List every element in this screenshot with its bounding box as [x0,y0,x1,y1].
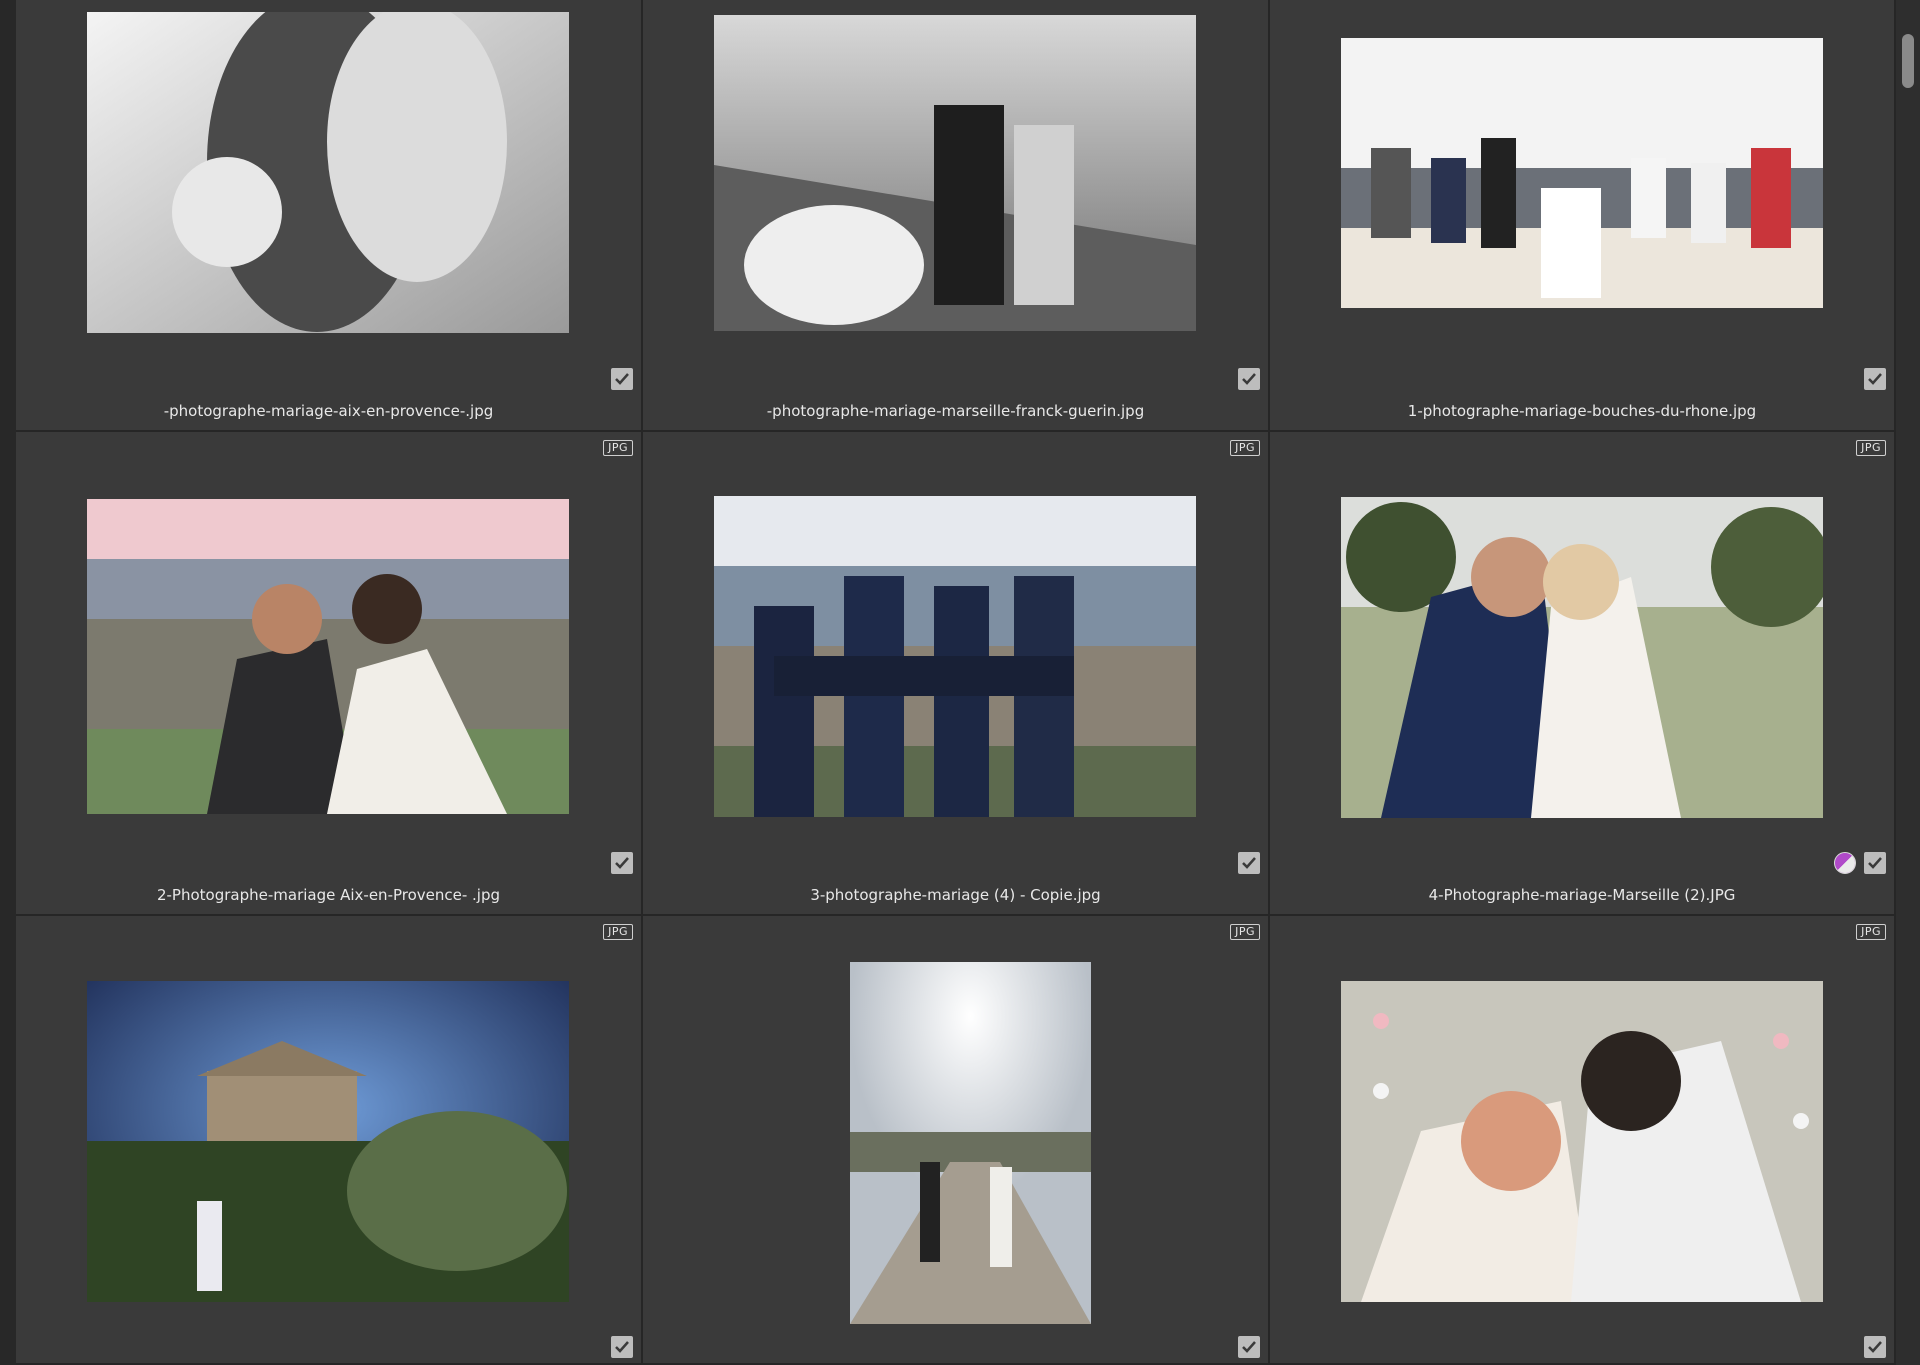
photo-thumbnail-couple-garden[interactable] [1341,497,1823,818]
photo-cell[interactable]: JPG 2-Photographe-mariage Aix-en-Provenc… [16,432,643,916]
photo-browser: -photographe-mariage-aix-en-provence-.jp… [0,0,1920,1365]
checked-icon[interactable] [1864,852,1886,874]
photo-thumbnail-bw-couple[interactable] [87,12,569,333]
photo-thumbnail-bw-scooter[interactable] [714,15,1196,331]
format-badge: JPG [1856,440,1886,456]
photo-thumbnail-couple-pink-sky[interactable] [87,499,569,814]
photo-cell[interactable]: -photographe-mariage-marseille-franck-gu… [643,0,1270,432]
file-name: 3-photographe-mariage (4) - Copie.jpg [810,886,1101,904]
format-badge: JPG [1230,924,1260,940]
checked-icon[interactable] [1238,1336,1260,1358]
checked-icon[interactable] [611,368,633,390]
file-name: 4-Photographe-mariage-Marseille (2).JPG [1428,886,1736,904]
adjustments-icon [1834,852,1856,874]
photo-cell[interactable]: JPG [16,916,643,1365]
format-badge: JPG [603,440,633,456]
photo-cell[interactable]: 1-photographe-mariage-bouches-du-rhone.j… [1270,0,1896,432]
checked-icon[interactable] [611,852,633,874]
photo-cell[interactable]: JPG 4-Photographe-mariage-Marseille (2).… [1270,432,1896,916]
format-badge: JPG [603,924,633,940]
photo-cell[interactable]: JPG 3-photographe-mariage (4) - Copie.jp [643,432,1270,916]
checked-icon[interactable] [1864,1336,1886,1358]
file-name: -photographe-mariage-marseille-franck-gu… [766,402,1145,420]
thumbnail-grid: -photographe-mariage-aix-en-provence-.jp… [16,0,1896,1365]
photo-cell[interactable]: -photographe-mariage-aix-en-provence-.jp… [16,0,643,432]
file-name: 2-Photographe-mariage Aix-en-Provence- .… [156,886,501,904]
photo-thumbnail-sunlit-path[interactable] [850,962,1091,1324]
photo-thumbnail-groomsmen[interactable] [714,496,1196,817]
checked-icon[interactable] [1238,368,1260,390]
photo-cell[interactable]: JPG [643,916,1270,1365]
file-name: -photographe-mariage-aix-en-provence-.jp… [163,402,494,420]
format-badge: JPG [1230,440,1260,456]
photo-thumbnail-couple-lanterns[interactable] [1341,981,1823,1302]
scrollbar-thumb[interactable] [1902,34,1914,88]
checked-icon[interactable] [1864,368,1886,390]
format-badge: JPG [1856,924,1886,940]
photo-thumbnail-stone-house[interactable] [87,981,569,1302]
checked-icon[interactable] [611,1336,633,1358]
file-name: 1-photographe-mariage-bouches-du-rhone.j… [1407,402,1757,420]
photo-cell[interactable]: JPG [1270,916,1896,1365]
photo-thumbnail-beach-group[interactable] [1341,38,1823,308]
vertical-scrollbar[interactable] [1896,0,1920,1365]
checked-icon[interactable] [1238,852,1260,874]
